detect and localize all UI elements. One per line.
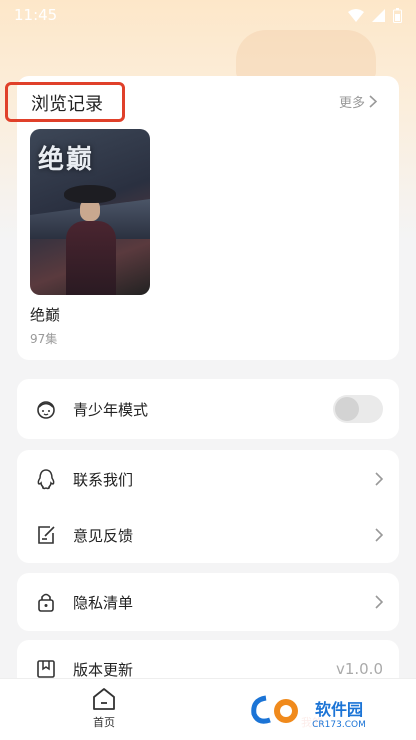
battery-icon bbox=[393, 7, 402, 23]
history-card: 浏览记录 更多 绝巅 绝巅 97集 bbox=[5, 76, 399, 360]
privacy-card: 隐私清单 bbox=[17, 573, 399, 631]
show-episodes: 97集 bbox=[30, 332, 58, 346]
teen-mode-toggle[interactable] bbox=[333, 395, 383, 423]
history-more-link[interactable]: 更多 bbox=[339, 92, 377, 111]
privacy-label: 隐私清单 bbox=[73, 593, 134, 612]
poster-title: 绝巅 bbox=[38, 145, 95, 175]
poster-figure-hat bbox=[64, 185, 116, 203]
poster-figure-body bbox=[66, 221, 116, 295]
teen-mode-label: 青少年模式 bbox=[73, 400, 149, 419]
signal-icon bbox=[372, 8, 385, 22]
status-time: 11:45 bbox=[14, 6, 58, 24]
watermark-text: 软件园 CR173.COM bbox=[312, 696, 366, 730]
history-title: 浏览记录 bbox=[31, 94, 103, 115]
status-bar: 11:45 bbox=[0, 0, 416, 30]
more-label: 更多 bbox=[338, 96, 365, 111]
nav-home[interactable]: 首页 bbox=[78, 687, 130, 737]
header-decoration bbox=[236, 30, 376, 80]
teen-mode-card: 青少年模式 bbox=[17, 379, 399, 439]
toggle-knob bbox=[335, 397, 359, 421]
contact-label: 联系我们 bbox=[73, 470, 134, 489]
feedback-row[interactable]: 意见反馈 bbox=[17, 506, 399, 564]
chevron-right-icon bbox=[369, 95, 377, 108]
update-label: 版本更新 bbox=[73, 660, 134, 679]
watermark-url: CR173.COM bbox=[312, 720, 366, 730]
watermark: 软件园 CR173.COM bbox=[216, 690, 398, 736]
status-icons bbox=[348, 7, 402, 23]
teen-mode-row: 青少年模式 bbox=[17, 380, 399, 438]
qq-icon bbox=[33, 466, 59, 492]
watermark-name: 软件园 bbox=[314, 700, 363, 719]
privacy-row[interactable]: 隐私清单 bbox=[17, 573, 399, 631]
contact-card: 联系我们 意见反馈 bbox=[17, 450, 399, 563]
edit-note-icon bbox=[33, 522, 59, 548]
wifi-icon bbox=[348, 8, 364, 22]
chevron-right-icon bbox=[375, 528, 383, 542]
watermark-logo bbox=[248, 692, 306, 735]
lock-icon bbox=[33, 589, 59, 615]
feedback-label: 意见反馈 bbox=[73, 526, 134, 545]
show-name[interactable]: 绝巅 bbox=[30, 304, 60, 325]
teen-face-icon bbox=[33, 396, 59, 422]
contact-row[interactable]: 联系我们 bbox=[17, 450, 399, 508]
nav-home-label: 首页 bbox=[93, 716, 115, 729]
chevron-right-icon bbox=[375, 472, 383, 486]
version-text: v1.0.0 bbox=[335, 660, 383, 678]
show-poster[interactable]: 绝巅 bbox=[30, 129, 150, 295]
chevron-right-icon bbox=[375, 595, 383, 609]
home-icon bbox=[93, 688, 115, 710]
